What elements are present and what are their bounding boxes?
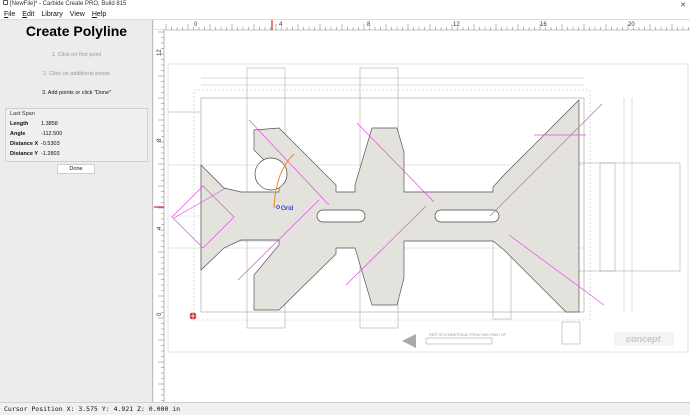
menu-bar: File Edit Library View Help — [0, 9, 690, 20]
tool-title: Create Polyline — [25, 23, 128, 39]
step-1: 1. Click on first point — [51, 52, 102, 58]
window-titlebar: [NewFile]* - Carbide Create PRO, Build 8… — [0, 0, 690, 9]
angle-row: Angle -112.500 — [10, 131, 63, 137]
last-span-panel: Last Span Length 1.3858 Angle -112.500 Dis… — [5, 108, 148, 162]
top-ruler: 0 4 8 12 16 20 — [154, 20, 690, 31]
origin-icon — [189, 312, 197, 320]
cursor-position: Cursor Position X: 3.575 Y: 4.921 Z: 0.0… — [4, 405, 181, 413]
logo-text: concept — [626, 334, 662, 344]
window-title: [NewFile]* - Carbide Create PRO, Build 8… — [10, 1, 127, 7]
top-tick-12: 12 — [453, 22, 460, 28]
part-shape — [200, 99, 580, 313]
length-row: Length 1.3858 — [10, 121, 58, 127]
menu-library[interactable]: Library — [37, 9, 65, 20]
done-button[interactable]: Done — [57, 164, 95, 174]
grid-label: Grid — [281, 205, 294, 212]
step-2: 2. Click on additional points — [43, 71, 110, 77]
concept-logo: concept — [614, 332, 674, 346]
distance-y-row: Distance Y -1.2803 — [10, 151, 60, 157]
app-icon — [3, 0, 8, 5]
menu-view[interactable]: View — [66, 9, 88, 20]
left-tick-12: 12 — [157, 49, 163, 56]
note-text: PART IS SYMMETRICAL FROM THIS POINT UP — [429, 333, 507, 337]
symmetry-note: PART IS SYMMETRICAL FROM THIS POINT UP — [402, 333, 507, 348]
menu-help[interactable]: Help — [88, 9, 109, 20]
top-tick-20: 20 — [628, 22, 635, 28]
menu-file[interactable]: File — [0, 9, 18, 20]
menu-edit[interactable]: Edit — [18, 9, 37, 20]
distance-x-row: Distance X -0.5303 — [10, 141, 60, 147]
left-ruler: 12 8 4 0 — [154, 30, 165, 402]
status-bar: Cursor Position X: 3.575 Y: 4.921 Z: 0.0… — [0, 402, 690, 414]
tool-sidebar: Create Polyline 1. Click on first point … — [0, 20, 153, 402]
design-canvas[interactable]: 0 4 8 12 16 20 12 8 4 0 Grid PART IS SYM… — [154, 20, 690, 402]
top-tick-16: 16 — [540, 22, 547, 28]
step-3: 3. Add points or click "Done" — [41, 90, 112, 96]
last-span-title: Last Span — [10, 111, 35, 117]
